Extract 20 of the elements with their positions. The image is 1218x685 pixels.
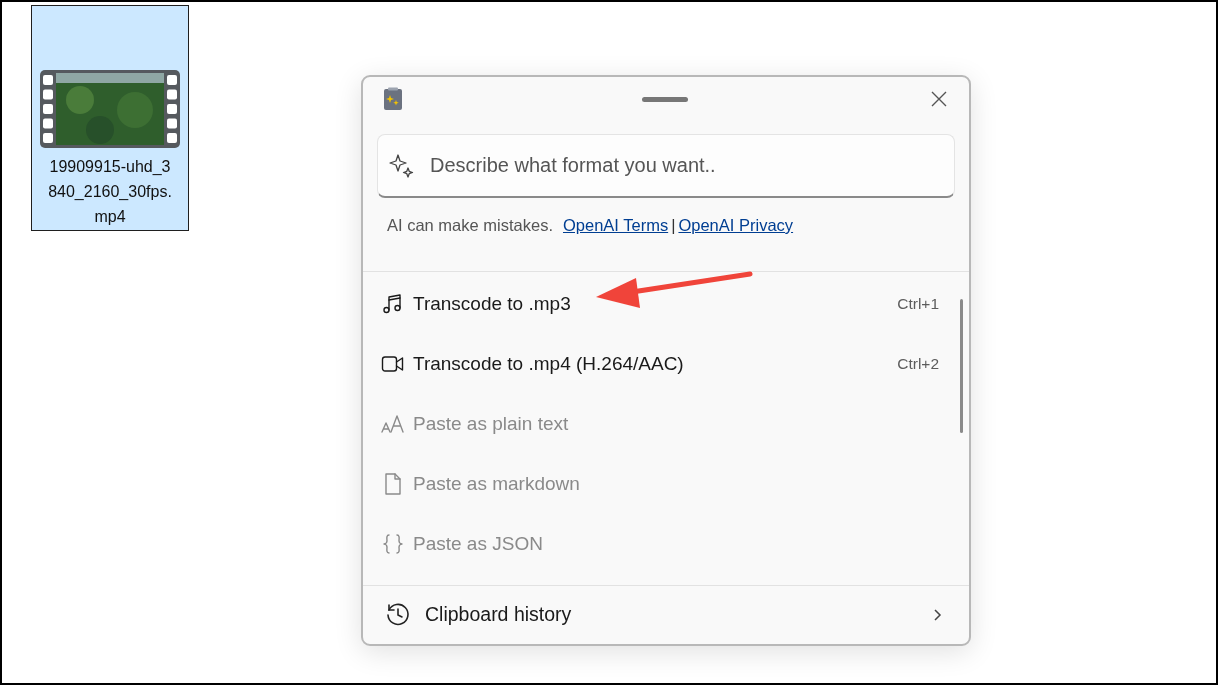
clipboard-history-item[interactable]: Clipboard history xyxy=(363,585,969,644)
file-name: 19909915-uhd_3840_2160_30fps.mp4 xyxy=(47,157,173,227)
disclaimer-text: AI can make mistakes. xyxy=(387,215,553,235)
shortcut-text: Ctrl+2 xyxy=(897,354,939,373)
shortcut-text: Ctrl+1 xyxy=(897,294,939,313)
terms-link[interactable]: OpenAI Terms xyxy=(563,215,669,235)
braces-icon xyxy=(381,531,405,556)
history-icon xyxy=(385,601,411,628)
app-icon xyxy=(383,87,403,112)
scrollbar-thumb[interactable] xyxy=(960,298,963,433)
menu-item[interactable]: Transcode to .mp3 Ctrl+1 xyxy=(363,273,969,334)
sparkle-icon xyxy=(389,152,415,179)
drag-handle[interactable] xyxy=(642,96,688,102)
menu-item[interactable]: Transcode to .mp4 (H.264/AAC) Ctrl+2 xyxy=(363,333,969,394)
desktop-file-tile[interactable]: 19909915-uhd_3840_2160_30fps.mp4 xyxy=(31,5,189,231)
search-field[interactable]: Describe what format you want.. xyxy=(377,133,955,198)
terms-link[interactable]: OpenAI Privacy xyxy=(678,215,794,235)
video-file-thumbnail-icon xyxy=(40,70,180,148)
link-separator: | xyxy=(671,215,676,235)
chevron-right-icon xyxy=(933,607,943,622)
